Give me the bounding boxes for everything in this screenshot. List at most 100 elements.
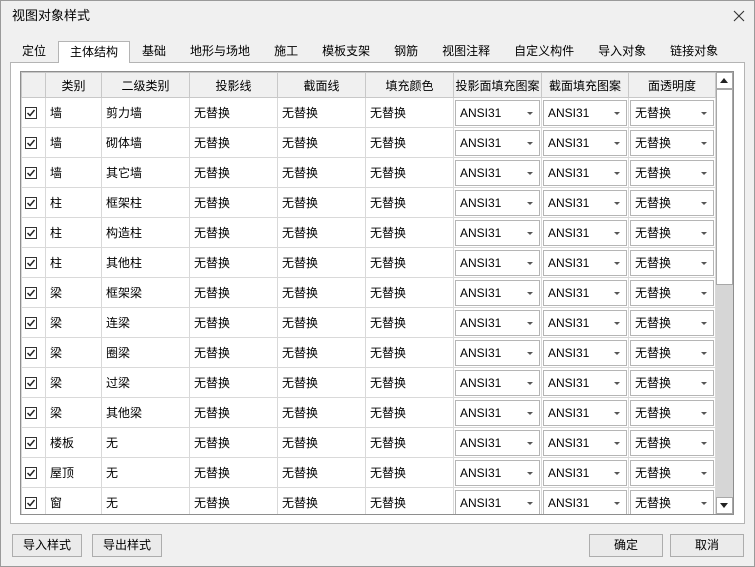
projection-pattern-dropdown[interactable]: ANSI31 — [455, 489, 540, 514]
scroll-up-button[interactable] — [716, 72, 733, 89]
visibility-checkbox[interactable] — [25, 376, 37, 389]
visibility-checkbox[interactable] — [25, 346, 37, 359]
section-pattern-dropdown[interactable]: ANSI31 — [543, 129, 627, 156]
section-pattern-dropdown[interactable]: ANSI31 — [543, 219, 627, 246]
section-pattern-dropdown[interactable]: ANSI31 — [543, 459, 627, 486]
section-pattern-dropdown[interactable]: ANSI31 — [543, 369, 627, 396]
projection-line-cell[interactable]: 无替换 — [189, 187, 278, 218]
export-style-button[interactable]: 导出样式 — [92, 534, 162, 557]
projection-line-cell[interactable]: 无替换 — [189, 217, 278, 248]
visibility-checkbox[interactable] — [25, 106, 37, 119]
tab-formwork-support[interactable]: 模板支架 — [310, 41, 382, 62]
tab-rebar[interactable]: 钢筋 — [382, 41, 430, 62]
section-line-cell[interactable]: 无替换 — [277, 157, 366, 188]
projection-pattern-dropdown[interactable]: ANSI31 — [455, 129, 540, 156]
section-pattern-dropdown[interactable]: ANSI31 — [543, 339, 627, 366]
section-line-cell[interactable]: 无替换 — [277, 457, 366, 488]
transparency-dropdown[interactable]: 无替换 — [630, 279, 714, 306]
projection-pattern-dropdown[interactable]: ANSI31 — [455, 399, 540, 426]
visibility-checkbox[interactable] — [25, 136, 37, 149]
projection-line-cell[interactable]: 无替换 — [189, 277, 278, 308]
fill-color-cell[interactable]: 无替换 — [365, 97, 454, 128]
transparency-dropdown[interactable]: 无替换 — [630, 129, 714, 156]
section-line-cell[interactable]: 无替换 — [277, 97, 366, 128]
projection-line-cell[interactable]: 无替换 — [189, 127, 278, 158]
transparency-dropdown[interactable]: 无替换 — [630, 369, 714, 396]
section-line-cell[interactable]: 无替换 — [277, 397, 366, 428]
projection-line-cell[interactable]: 无替换 — [189, 337, 278, 368]
tab-positioning[interactable]: 定位 — [10, 41, 58, 62]
transparency-dropdown[interactable]: 无替换 — [630, 249, 714, 276]
section-pattern-dropdown[interactable]: ANSI31 — [543, 279, 627, 306]
fill-color-cell[interactable]: 无替换 — [365, 247, 454, 278]
transparency-dropdown[interactable]: 无替换 — [630, 339, 714, 366]
visibility-checkbox[interactable] — [25, 196, 37, 209]
projection-line-cell[interactable]: 无替换 — [189, 247, 278, 278]
transparency-dropdown[interactable]: 无替换 — [630, 219, 714, 246]
tab-foundation[interactable]: 基础 — [130, 41, 178, 62]
tab-main-structure[interactable]: 主体结构 — [58, 41, 131, 63]
projection-line-cell[interactable]: 无替换 — [189, 397, 278, 428]
section-line-cell[interactable]: 无替换 — [277, 337, 366, 368]
section-line-cell[interactable]: 无替换 — [277, 307, 366, 338]
transparency-dropdown[interactable]: 无替换 — [630, 309, 714, 336]
fill-color-cell[interactable]: 无替换 — [365, 337, 454, 368]
fill-color-cell[interactable]: 无替换 — [365, 367, 454, 398]
section-pattern-dropdown[interactable]: ANSI31 — [543, 159, 627, 186]
section-line-cell[interactable]: 无替换 — [277, 427, 366, 458]
tab-imported-objects[interactable]: 导入对象 — [586, 41, 658, 62]
fill-color-cell[interactable]: 无替换 — [365, 277, 454, 308]
section-pattern-dropdown[interactable]: ANSI31 — [543, 309, 627, 336]
visibility-checkbox[interactable] — [25, 316, 37, 329]
projection-line-cell[interactable]: 无替换 — [189, 487, 278, 514]
section-line-cell[interactable]: 无替换 — [277, 277, 366, 308]
section-pattern-dropdown[interactable]: ANSI31 — [543, 99, 627, 126]
section-line-cell[interactable]: 无替换 — [277, 487, 366, 514]
tab-linked-objects[interactable]: 链接对象 — [658, 41, 730, 62]
transparency-dropdown[interactable]: 无替换 — [630, 429, 714, 456]
projection-pattern-dropdown[interactable]: ANSI31 — [455, 369, 540, 396]
projection-pattern-dropdown[interactable]: ANSI31 — [455, 309, 540, 336]
fill-color-cell[interactable]: 无替换 — [365, 487, 454, 514]
visibility-checkbox[interactable] — [25, 466, 37, 479]
fill-color-cell[interactable]: 无替换 — [365, 457, 454, 488]
visibility-checkbox[interactable] — [25, 286, 37, 299]
section-pattern-dropdown[interactable]: ANSI31 — [543, 489, 627, 514]
import-style-button[interactable]: 导入样式 — [12, 534, 82, 557]
fill-color-cell[interactable]: 无替换 — [365, 397, 454, 428]
fill-color-cell[interactable]: 无替换 — [365, 187, 454, 218]
projection-pattern-dropdown[interactable]: ANSI31 — [455, 249, 540, 276]
transparency-dropdown[interactable]: 无替换 — [630, 159, 714, 186]
section-line-cell[interactable]: 无替换 — [277, 127, 366, 158]
visibility-checkbox[interactable] — [25, 496, 37, 509]
section-line-cell[interactable]: 无替换 — [277, 187, 366, 218]
projection-pattern-dropdown[interactable]: ANSI31 — [455, 99, 540, 126]
transparency-dropdown[interactable]: 无替换 — [630, 459, 714, 486]
visibility-checkbox[interactable] — [25, 256, 37, 269]
fill-color-cell[interactable]: 无替换 — [365, 127, 454, 158]
visibility-checkbox[interactable] — [25, 406, 37, 419]
projection-pattern-dropdown[interactable]: ANSI31 — [455, 279, 540, 306]
transparency-dropdown[interactable]: 无替换 — [630, 489, 714, 514]
transparency-dropdown[interactable]: 无替换 — [630, 189, 714, 216]
visibility-checkbox[interactable] — [25, 226, 37, 239]
projection-pattern-dropdown[interactable]: ANSI31 — [455, 159, 540, 186]
projection-line-cell[interactable]: 无替换 — [189, 427, 278, 458]
projection-line-cell[interactable]: 无替换 — [189, 157, 278, 188]
section-pattern-dropdown[interactable]: ANSI31 — [543, 399, 627, 426]
ok-button[interactable]: 确定 — [589, 534, 663, 557]
projection-pattern-dropdown[interactable]: ANSI31 — [455, 219, 540, 246]
section-line-cell[interactable]: 无替换 — [277, 367, 366, 398]
projection-pattern-dropdown[interactable]: ANSI31 — [455, 429, 540, 456]
projection-line-cell[interactable]: 无替换 — [189, 457, 278, 488]
transparency-dropdown[interactable]: 无替换 — [630, 399, 714, 426]
section-pattern-dropdown[interactable]: ANSI31 — [543, 429, 627, 456]
scrollbar-thumb[interactable] — [716, 89, 733, 285]
visibility-checkbox[interactable] — [25, 436, 37, 449]
vertical-scrollbar[interactable] — [716, 72, 733, 514]
fill-color-cell[interactable]: 无替换 — [365, 217, 454, 248]
scroll-down-button[interactable] — [716, 497, 733, 514]
visibility-checkbox[interactable] — [25, 166, 37, 179]
cancel-button[interactable]: 取消 — [670, 534, 744, 557]
tab-custom-component[interactable]: 自定义构件 — [502, 41, 586, 62]
